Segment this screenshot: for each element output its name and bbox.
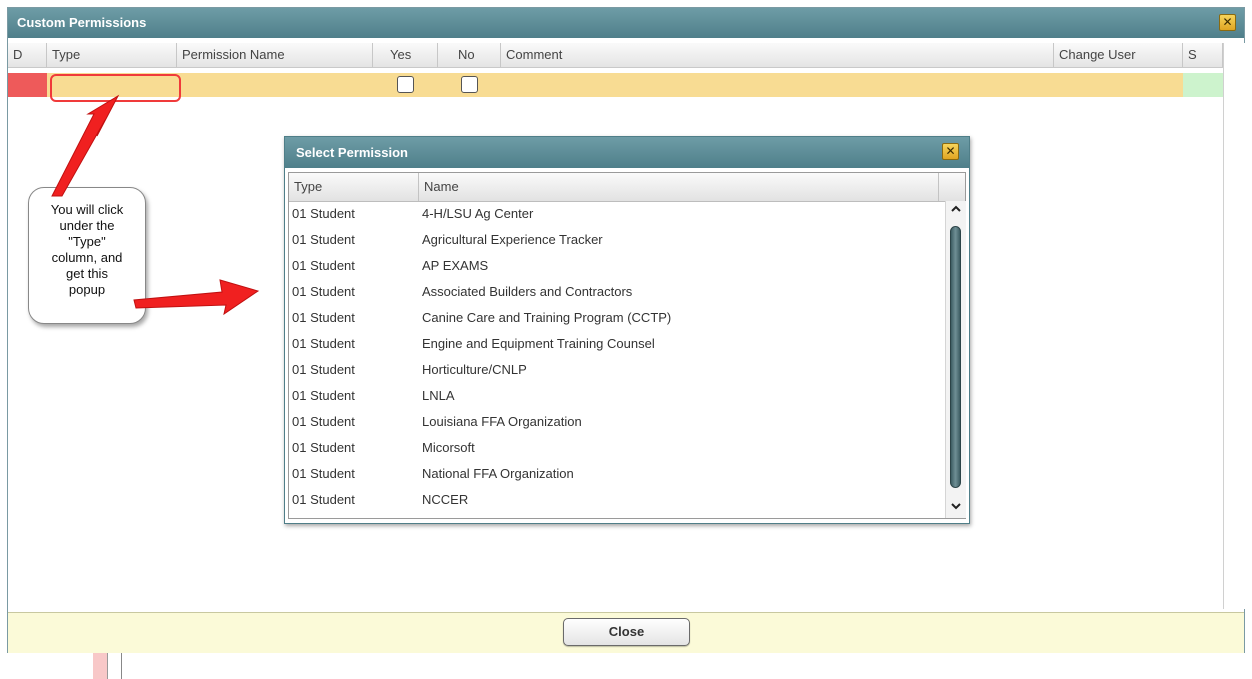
background-panel-edge bbox=[93, 653, 108, 679]
arrow-up-icon bbox=[51, 94, 120, 197]
annotation-arrows bbox=[51, 94, 260, 316]
arrow-right-icon bbox=[133, 279, 260, 316]
divider bbox=[121, 653, 122, 679]
